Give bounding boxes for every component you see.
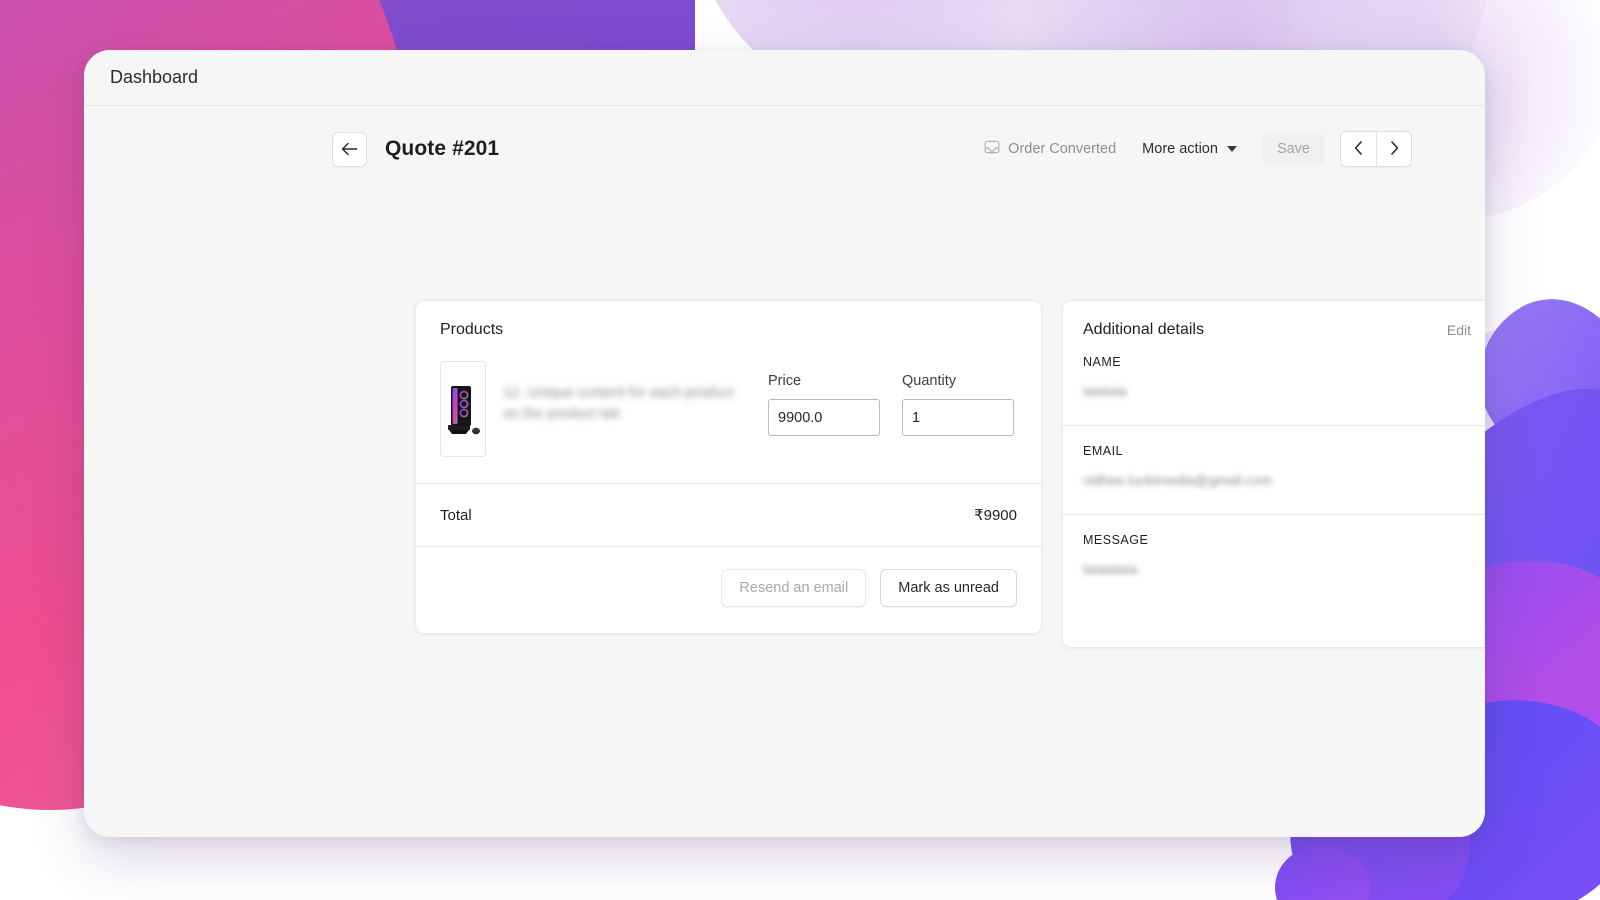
- page-content: Quote #201 Order Converted More action: [84, 106, 1485, 837]
- quantity-field-group: Quantity: [902, 373, 1014, 436]
- price-label: Price: [768, 373, 880, 389]
- detail-key-message: MESSAGE: [1083, 533, 1471, 547]
- quantity-label: Quantity: [902, 373, 1014, 389]
- chevron-left-icon: [1354, 141, 1363, 158]
- resend-email-button[interactable]: Resend an email: [721, 569, 866, 607]
- product-name: 12. Unique content for each product on t…: [503, 383, 746, 425]
- save-button[interactable]: Save: [1263, 133, 1324, 165]
- total-label: Total: [440, 507, 472, 524]
- chevron-right-icon: [1390, 141, 1399, 158]
- more-action-dropdown[interactable]: More action: [1142, 141, 1237, 157]
- product-row: 12. Unique content for each product on t…: [416, 339, 1041, 484]
- order-converted-label: Order Converted: [1008, 141, 1116, 157]
- detail-block-name: NAME lalalala: [1063, 339, 1485, 426]
- app-window: Dashboard Quote #201: [84, 50, 1485, 837]
- total-value: ₹9900: [974, 506, 1017, 524]
- detail-block-message: MESSAGE lalalalala: [1063, 515, 1485, 647]
- chevron-down-icon: [1227, 146, 1237, 152]
- detail-value-message: lalalalala: [1083, 561, 1471, 577]
- order-converted-status: Order Converted: [984, 139, 1116, 159]
- window-title: Dashboard: [110, 67, 198, 88]
- additional-details-header: Additional details Edit: [1063, 301, 1485, 339]
- inbox-icon: [984, 139, 1000, 159]
- product-thumbnail[interactable]: [440, 361, 486, 457]
- detail-block-email: EMAIL vidhee.luckimedia@gmail.com: [1063, 426, 1485, 515]
- next-button[interactable]: [1376, 132, 1411, 166]
- back-button[interactable]: [332, 132, 367, 167]
- quantity-input[interactable]: [902, 399, 1014, 436]
- window-titlebar: Dashboard: [84, 50, 1485, 106]
- detail-key-name: NAME: [1083, 355, 1471, 369]
- detail-key-email: EMAIL: [1083, 444, 1471, 458]
- more-action-label: More action: [1142, 141, 1218, 157]
- pagination-controls: [1340, 131, 1412, 167]
- total-row: Total ₹9900: [416, 484, 1041, 547]
- header-actions: Order Converted More action Save: [984, 131, 1412, 167]
- additional-details-title: Additional details: [1083, 321, 1204, 339]
- price-input[interactable]: [768, 399, 880, 436]
- page-header: Quote #201 Order Converted More action: [332, 131, 1412, 167]
- previous-button[interactable]: [1341, 132, 1376, 166]
- page-title: Quote #201: [385, 137, 499, 161]
- detail-value-email: vidhee.luckimedia@gmail.com: [1083, 472, 1471, 488]
- products-card-actions: Resend an email Mark as unread: [416, 547, 1041, 633]
- detail-value-name: lalalala: [1083, 383, 1471, 399]
- mark-as-unread-button[interactable]: Mark as unread: [880, 569, 1017, 607]
- edit-link[interactable]: Edit: [1447, 322, 1471, 338]
- additional-details-card: Additional details Edit NAME lalalala EM…: [1062, 300, 1485, 648]
- arrow-left-icon: [341, 142, 358, 156]
- price-field-group: Price: [768, 373, 880, 436]
- gaming-pc-tower-icon: [442, 378, 484, 440]
- products-card-title: Products: [416, 301, 1041, 339]
- products-card: Products: [415, 300, 1042, 634]
